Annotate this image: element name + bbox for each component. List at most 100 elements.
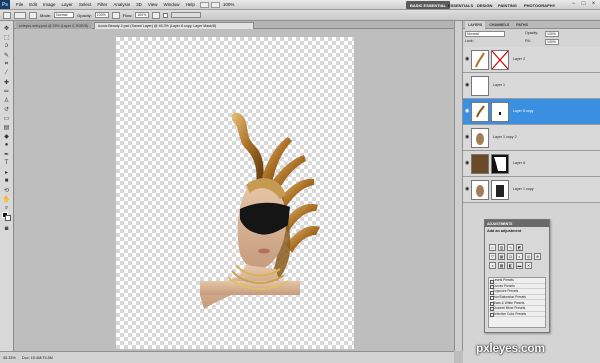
invert-icon[interactable]: ◑ bbox=[489, 262, 496, 269]
background-color-swatch[interactable] bbox=[5, 215, 11, 221]
history-brush-tool-icon[interactable]: ↺ bbox=[2, 105, 11, 113]
horn-main-icon bbox=[231, 112, 264, 183]
layer-row[interactable]: ◉ Layer 8 bbox=[463, 151, 600, 177]
path-select-tool-icon[interactable]: ▸ bbox=[2, 168, 11, 176]
preset-selective-color[interactable]: Selective Color Presets bbox=[489, 312, 545, 318]
eraser-tool-icon[interactable]: ▭ bbox=[2, 114, 11, 122]
blend-mode-select[interactable]: Normal bbox=[465, 31, 505, 37]
pressure-opacity-icon[interactable] bbox=[111, 11, 120, 19]
sample-all-field[interactable] bbox=[171, 12, 202, 18]
layer-row[interactable]: ◉ Layer 1 copy 2 bbox=[463, 125, 600, 151]
menu-help[interactable]: Help bbox=[183, 2, 198, 7]
layer-opacity-field[interactable]: 100% bbox=[545, 31, 559, 37]
layer-row[interactable]: ◉ Layer 2 bbox=[463, 47, 600, 73]
artwork bbox=[200, 112, 320, 309]
brightness-icon[interactable]: ☼ bbox=[489, 244, 496, 251]
shape-tool-icon[interactable]: ■ bbox=[2, 177, 11, 185]
flow-field[interactable]: 100% bbox=[135, 12, 150, 18]
layer-row[interactable]: ◉ Layer 1 bbox=[463, 73, 600, 99]
adjustments-header[interactable]: ADJUSTMENTS bbox=[485, 220, 549, 227]
bridge-button[interactable] bbox=[199, 1, 209, 8]
menu-layer[interactable]: Layer bbox=[59, 2, 76, 7]
tab-channels[interactable]: CHANNELS bbox=[486, 21, 512, 29]
watermark: pxleyes.com bbox=[476, 341, 545, 355]
zoom-tool-icon[interactable]: ⌕ bbox=[2, 204, 11, 212]
workspace-photography[interactable]: PHOTOGRAPHY bbox=[520, 1, 559, 9]
minibridge-button[interactable] bbox=[210, 1, 220, 8]
layer-name: Layer 8 copy bbox=[513, 109, 534, 113]
channel-mixer-icon[interactable]: ⊕ bbox=[534, 253, 541, 260]
menu-image[interactable]: Image bbox=[40, 2, 59, 7]
workspace-painting[interactable]: PAINTING bbox=[494, 1, 521, 9]
black-white-icon[interactable]: ◐ bbox=[516, 253, 523, 260]
levels-icon[interactable]: ▥ bbox=[498, 244, 505, 251]
brush-size-picker[interactable] bbox=[14, 11, 26, 19]
menu-select[interactable]: Select bbox=[76, 2, 95, 7]
maximize-icon[interactable]: □ bbox=[580, 1, 587, 8]
airbrush-icon[interactable] bbox=[152, 11, 161, 19]
posterize-icon[interactable]: ▩ bbox=[498, 262, 505, 269]
opacity-field[interactable]: 100% bbox=[94, 12, 109, 18]
healing-tool-icon[interactable]: ✚ bbox=[2, 78, 11, 86]
selective-color-icon[interactable]: ✕ bbox=[525, 262, 532, 269]
tab-pxleyes-entry[interactable]: pxleyes-entry.psd @ 25% (Layer 3, RGB/8) bbox=[16, 22, 92, 29]
menu-3d[interactable]: 3D bbox=[133, 2, 145, 7]
workspace-design[interactable]: DESIGN bbox=[473, 1, 496, 9]
menu-view[interactable]: View bbox=[145, 2, 161, 7]
move-tool-icon[interactable]: ✥ bbox=[2, 24, 11, 32]
lock-label: Lock: bbox=[465, 39, 474, 43]
zoom-level[interactable]: 100% bbox=[220, 2, 238, 7]
threshold-icon[interactable]: ◧ bbox=[507, 262, 514, 269]
document-tab-bar: pxleyes-entry.psd @ 25% (Layer 3, RGB/8)… bbox=[14, 21, 454, 29]
collapsed-panel-strip[interactable] bbox=[454, 21, 463, 351]
minimize-icon[interactable]: − bbox=[570, 1, 577, 8]
menu-analysis[interactable]: Analysis bbox=[110, 2, 133, 7]
hand-tool-icon[interactable]: ✋ bbox=[2, 195, 11, 203]
crop-tool-icon[interactable]: ⌗ bbox=[2, 60, 11, 68]
layer-mask-thumbnail bbox=[491, 180, 509, 200]
vibrance-icon[interactable]: ▽ bbox=[489, 253, 496, 260]
photo-filter-icon[interactable]: ◎ bbox=[525, 253, 532, 260]
pen-tool-icon[interactable]: ✒ bbox=[2, 150, 11, 158]
menu-window[interactable]: Window bbox=[161, 2, 183, 7]
blur-tool-icon[interactable]: ◆ bbox=[2, 132, 11, 140]
sample-all-checkbox[interactable] bbox=[163, 12, 169, 18]
menu-edit[interactable]: Edit bbox=[26, 2, 40, 7]
brush-tool-icon[interactable]: ✏ bbox=[2, 87, 11, 95]
menu-filter[interactable]: Filter bbox=[94, 2, 110, 7]
curves-icon[interactable]: ∿ bbox=[507, 244, 514, 251]
brush-panel-icon[interactable] bbox=[29, 11, 37, 19]
layer-row[interactable]: ◉ Layer 1 copy bbox=[463, 177, 600, 203]
tab-layers[interactable]: LAYERS bbox=[465, 21, 486, 29]
brush-tool-preset-icon[interactable] bbox=[3, 11, 11, 19]
close-icon[interactable]: × bbox=[590, 1, 597, 8]
lasso-tool-icon[interactable]: ↄ bbox=[2, 42, 11, 50]
tab-paths[interactable]: PATHS bbox=[513, 21, 531, 29]
mode-select[interactable]: Normal bbox=[54, 12, 75, 18]
photoshop-logo-icon: Ps bbox=[0, 0, 10, 9]
clone-stamp-tool-icon[interactable]: ♙ bbox=[2, 96, 11, 104]
status-zoom[interactable]: 45.33% bbox=[3, 356, 16, 360]
opacity-label: Opacity: bbox=[77, 12, 92, 18]
status-bar: 45.33% Doc: 15.4M/76.5M bbox=[0, 351, 454, 363]
gradient-tool-icon[interactable]: ▤ bbox=[2, 123, 11, 131]
adjustments-panel: ADJUSTMENTS Add an adjustment ☼ ▥ ∿ ◩ ▽ … bbox=[484, 219, 550, 333]
gradient-map-icon[interactable]: ▬ bbox=[516, 262, 523, 269]
eyedropper-tool-icon[interactable]: ⁄ bbox=[2, 69, 11, 77]
document-canvas[interactable] bbox=[116, 37, 354, 349]
fill-field[interactable]: 100% bbox=[545, 39, 559, 45]
tab-iconic-beauty[interactable]: Iconic Beauty 2.psd (Saved Layer) @ 45.3… bbox=[94, 22, 254, 29]
layer-mask-thumbnail bbox=[491, 102, 509, 122]
quick-mask-icon[interactable]: ◙ bbox=[2, 225, 11, 233]
type-tool-icon[interactable]: T bbox=[2, 159, 11, 167]
3d-rotate-tool-icon[interactable]: ⟲ bbox=[2, 186, 11, 194]
marquee-tool-icon[interactable]: ⬚ bbox=[2, 33, 11, 41]
exposure-icon[interactable]: ◩ bbox=[516, 244, 523, 251]
layer-thumbnail bbox=[471, 102, 489, 122]
layer-row-selected[interactable]: ◉ Layer 8 copy bbox=[463, 99, 600, 125]
hue-saturation-icon[interactable]: ▦ bbox=[498, 253, 505, 260]
color-balance-icon[interactable]: ⚖ bbox=[507, 253, 514, 260]
quick-select-tool-icon[interactable]: ✎ bbox=[2, 51, 11, 59]
menu-file[interactable]: File bbox=[13, 2, 26, 7]
dodge-tool-icon[interactable]: ● bbox=[2, 141, 11, 149]
